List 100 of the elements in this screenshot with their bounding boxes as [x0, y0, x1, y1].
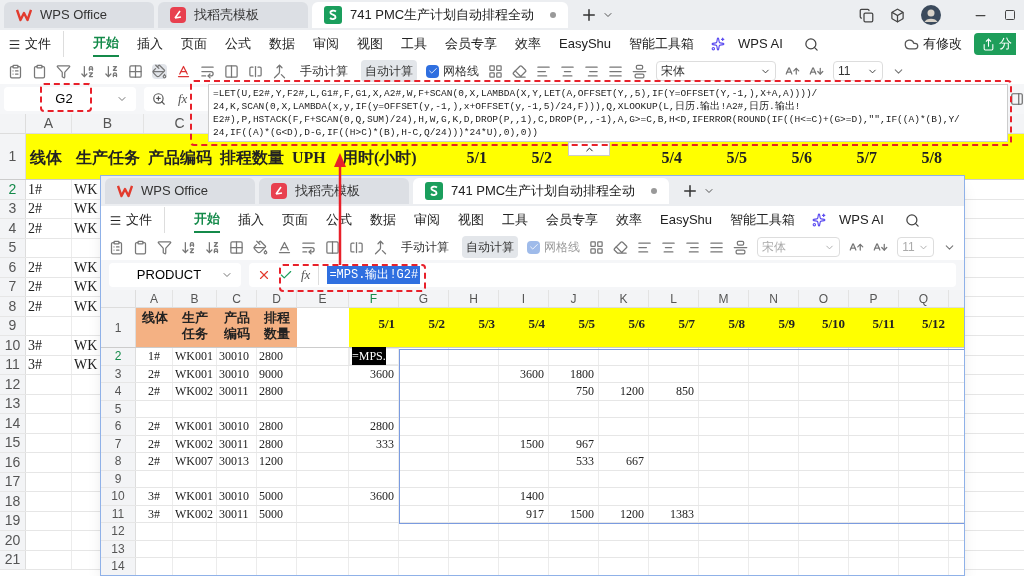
column-header[interactable]: G: [418, 289, 429, 308]
merge-icon[interactable]: [272, 63, 287, 79]
align-center-icon[interactable]: [661, 239, 676, 255]
split-icon[interactable]: [248, 63, 263, 79]
sort-ascending-icon[interactable]: [181, 239, 196, 255]
font-color-icon[interactable]: [176, 63, 191, 79]
ribbon-tab[interactable]: 智能工具箱: [730, 207, 796, 233]
column-header[interactable]: H: [469, 289, 478, 308]
column-header[interactable]: N: [769, 289, 778, 308]
column-header[interactable]: K: [619, 289, 628, 308]
column-header[interactable]: Q: [918, 289, 929, 308]
wrap-icon[interactable]: [301, 239, 316, 255]
name-box[interactable]: G2: [4, 87, 136, 111]
column-header[interactable]: C: [232, 289, 241, 308]
column-header[interactable]: O: [818, 289, 829, 308]
ribbon-tab[interactable]: EasyShu: [660, 207, 713, 233]
search-icon[interactable]: [803, 36, 819, 52]
document-tab[interactable]: 找稻壳模板: [158, 2, 308, 28]
align-left-icon[interactable]: [637, 239, 652, 255]
ribbon-tab[interactable]: 公式: [225, 31, 251, 57]
ribbon-tab[interactable]: 插入: [238, 207, 264, 233]
cell-editor[interactable]: =MPS.: [352, 347, 386, 366]
paste-icon[interactable]: [8, 63, 23, 79]
align-right-icon[interactable]: [584, 63, 599, 79]
column-header[interactable]: L: [670, 289, 677, 308]
menu-icon[interactable]: [8, 37, 21, 51]
ribbon-tab[interactable]: 审阅: [414, 207, 440, 233]
clipboard-icon[interactable]: [133, 239, 148, 255]
merge-icon[interactable]: [373, 239, 388, 255]
row-number[interactable]: 1: [8, 146, 17, 167]
column-header[interactable]: C: [174, 113, 185, 134]
sort-descending-icon[interactable]: [104, 63, 119, 79]
sort-descending-icon[interactable]: [205, 239, 220, 255]
split-icon[interactable]: [349, 239, 364, 255]
confirm-icon[interactable]: [279, 268, 293, 282]
ribbon-tab[interactable]: 效率: [616, 207, 642, 233]
font-field[interactable]: 宋体: [656, 61, 776, 81]
document-tab[interactable]: WPS Office: [4, 2, 154, 28]
zoom-icon[interactable]: [152, 92, 166, 106]
ribbon-tab[interactable]: WPS AI: [839, 207, 884, 233]
calc-button[interactable]: 手动计算: [296, 60, 352, 82]
align-left-icon[interactable]: [536, 63, 551, 79]
columns-icon[interactable]: [325, 239, 340, 255]
sort-ascending-icon[interactable]: [80, 63, 95, 79]
fill-color-icon[interactable]: [152, 63, 167, 79]
cube-icon[interactable]: [890, 7, 905, 23]
justify-icon[interactable]: [608, 63, 623, 79]
wrap-icon[interactable]: [200, 63, 215, 79]
justify-icon[interactable]: [709, 239, 724, 255]
formula-field[interactable]: =MPS.输出!G2#: [327, 266, 421, 284]
ribbon-tab[interactable]: 文件: [25, 31, 64, 57]
ribbon-tab[interactable]: EasyShu: [559, 31, 612, 57]
collapse-button[interactable]: [568, 142, 610, 156]
font-size-field[interactable]: 11: [833, 61, 883, 81]
layout-icon[interactable]: [589, 239, 604, 255]
ribbon-tab[interactable]: 会员专享: [445, 31, 497, 57]
column-header[interactable]: P: [869, 289, 878, 308]
ribbon-tab[interactable]: 视图: [357, 31, 383, 57]
align-right-icon[interactable]: [685, 239, 700, 255]
gridlines-checkbox[interactable]: 网格线: [426, 62, 479, 80]
vertical-align-icon[interactable]: [632, 63, 647, 79]
cloud-icon[interactable]: [904, 36, 919, 52]
border-icon[interactable]: [128, 63, 143, 79]
ribbon-tab[interactable]: 工具: [502, 207, 528, 233]
document-tab[interactable]: 741 PMC生产计划自动排程全动: [312, 2, 569, 28]
vertical-align-icon[interactable]: [733, 239, 748, 255]
ribbon-tab[interactable]: 页面: [181, 31, 207, 57]
fill-color-icon[interactable]: [253, 239, 268, 255]
ribbon-tab[interactable]: 效率: [515, 31, 541, 57]
paste-icon[interactable]: [109, 239, 124, 255]
formula-editor[interactable]: =LET(U,E2#,Y,F2#,L,G1#,F,G1,X,A2#,W,F+SCAN(0,X,LAMBDA(X,Y,LET(A,OFFSET(Y,,5),IF(Y=OFFSET(Y,-1,),X+A,A))))/ 24,K,SCAN(0,X,LAMBDA(x,y,IF(y=OFFSET(y,-1,),x+OFFSET(y,-1,5)/24,F))),Q,XLOOKUP(L,日历.输出!A2#,日历.输出! E2#),P,HSTACK(F,F+SCAN(0,Q,SUM)/24),H,W,G,K,D,DROP(P,,1),C,DROP(P,,-1),A,G>=C,B,H<D,IFERROR(ROUND(IF((H<=C)+(G>=D),"",IF((A)*(B),Y/ 24,IF((A)*(G<D),D-G,IF((H>C)*(B),H-C,Q/24)))*24*U),0),0)): [208, 84, 1008, 142]
avatar-icon[interactable]: [921, 5, 941, 25]
align-center-icon[interactable]: [560, 63, 575, 79]
column-header[interactable]: F: [369, 289, 378, 308]
column-header[interactable]: J: [570, 289, 577, 308]
columns-icon[interactable]: [224, 63, 239, 79]
column-header[interactable]: B: [102, 113, 113, 134]
ribbon-tab[interactable]: 页面: [282, 207, 308, 233]
ribbon-tab[interactable]: 视图: [458, 207, 484, 233]
eraser-icon[interactable]: [512, 63, 527, 79]
column-header[interactable]: I: [521, 289, 526, 308]
filter-icon[interactable]: [157, 239, 172, 255]
ribbon-tab[interactable]: 智能工具箱: [629, 31, 695, 57]
ribbon-tab[interactable]: WPS AI: [738, 31, 783, 57]
document-tab[interactable]: WPS Office: [105, 178, 255, 204]
menu-icon[interactable]: [109, 213, 122, 227]
document-tab[interactable]: 741 PMC生产计划自动排程全动: [413, 178, 670, 204]
maximize-icon[interactable]: [1004, 9, 1016, 21]
ribbon-tab[interactable]: 审阅: [313, 31, 339, 57]
filter-icon[interactable]: [56, 63, 71, 79]
column-header[interactable]: A: [43, 113, 54, 134]
ribbon-tab[interactable]: 工具: [401, 31, 427, 57]
cancel-icon[interactable]: [257, 268, 271, 282]
layout-icon[interactable]: [488, 63, 503, 79]
column-header[interactable]: M: [718, 289, 729, 308]
row-number[interactable]: 1: [114, 318, 122, 337]
search-icon[interactable]: [904, 212, 920, 228]
column-header[interactable]: D: [272, 289, 281, 308]
panel-icon[interactable]: [1010, 92, 1024, 106]
ribbon-tab[interactable]: 数据: [370, 207, 396, 233]
